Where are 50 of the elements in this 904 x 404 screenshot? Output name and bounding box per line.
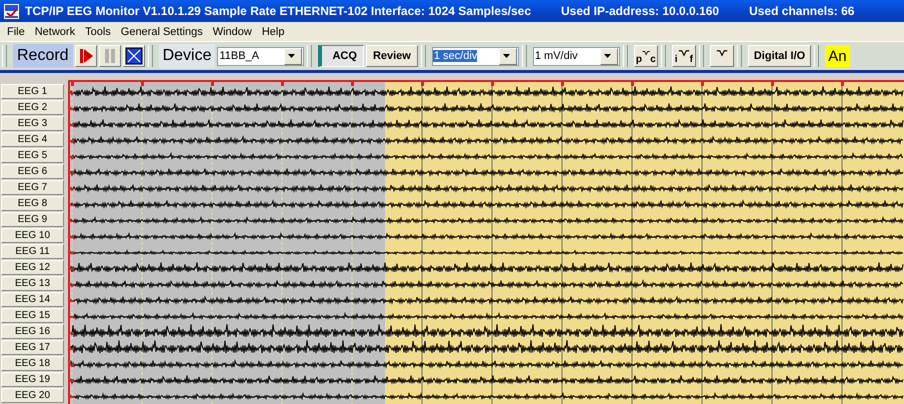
mode-toggle[interactable]: ACQ [318,45,364,67]
channel-label[interactable]: EEG 11 [1,244,64,259]
toolbar-button[interactable]: An [825,45,850,67]
channel-label[interactable]: EEG 1 [1,84,64,99]
channel-label[interactable]: EEG 17 [1,340,64,355]
channel-label[interactable]: EEG 10 [1,228,64,243]
notch-icon [678,48,690,58]
channel-label[interactable]: EEG 9 [1,212,64,227]
channel-label[interactable]: EEG 18 [1,356,64,371]
channel-label[interactable]: EEG 2 [1,100,64,115]
channel-label[interactable]: EEG 19 [1,372,64,387]
window-title: Used channels: 66 [749,4,854,18]
channel-label[interactable]: EEG 16 [1,324,64,339]
channel-label[interactable]: EEG 8 [1,196,64,211]
dropdown-field[interactable]: 1 sec/div [432,46,519,66]
menu-item[interactable]: Window [208,26,257,38]
channel-label[interactable]: EEG 6 [1,164,64,179]
channel-label[interactable]: EEG 7 [1,180,64,195]
channel-label[interactable]: EEG 12 [1,260,64,275]
app-logo-icon [4,4,19,18]
record-icon [78,48,94,64]
dropdown-field[interactable]: 1 mV/div [532,46,620,66]
channel-label[interactable]: EEG 4 [1,132,64,147]
scale-button[interactable] [710,45,734,67]
pause-icon [102,48,117,64]
channel-label[interactable]: EEG 15 [1,308,64,323]
toolbar-label: Record [13,44,73,68]
notch-icon [642,48,650,58]
menu-item[interactable]: File [2,26,30,38]
stop-button[interactable] [122,45,145,67]
channel-label[interactable]: EEG 14 [1,292,64,307]
record-button[interactable] [74,45,97,67]
channel-label[interactable]: EEG 20 [1,388,64,403]
notch-icon [716,48,728,58]
window-title: Used IP-address: 10.0.0.160 [561,4,720,18]
menu-item[interactable]: Help [256,26,290,38]
dropdown-field[interactable]: 11BB_A [217,46,304,66]
mode-toggle[interactable]: Review [366,45,418,67]
menu-item[interactable]: Tools [80,26,116,38]
toolbar-button[interactable]: Digital I/O [748,45,812,67]
toolbar-label: Device [158,44,216,68]
window-title: TCP/IP EEG Monitor V1.10.1.29 Sample Rate ETHERNET-102 Interface: 1024 Samples/sec [25,4,531,18]
menu-item[interactable]: Network [30,26,80,38]
channel-label[interactable]: EEG 13 [1,276,64,291]
channel-label[interactable]: EEG 5 [1,148,64,163]
scale-button[interactable]: i f [672,45,696,67]
scale-button[interactable]: p c [634,45,658,67]
stop-icon [124,47,143,65]
menu-item[interactable]: General Settings [116,26,208,38]
channel-label[interactable]: EEG 3 [1,116,64,131]
